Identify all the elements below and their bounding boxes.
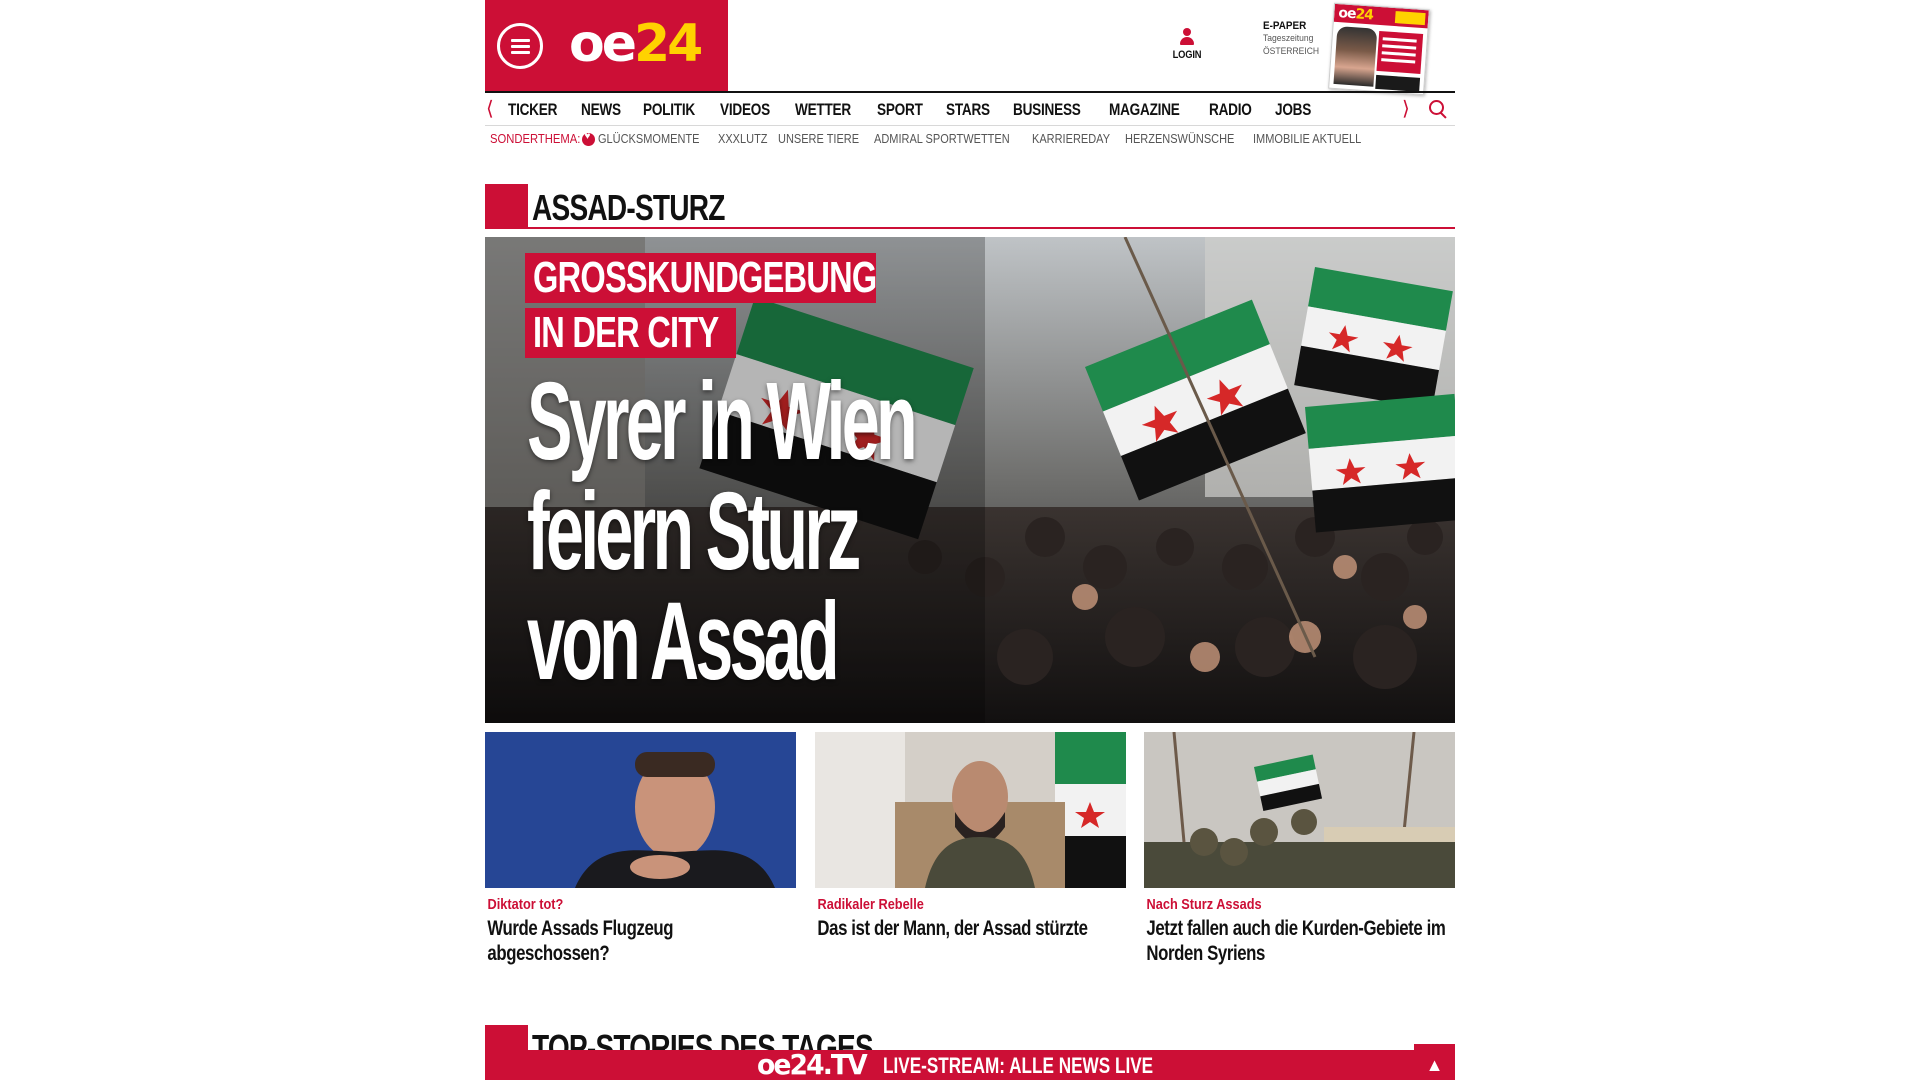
nav-item-politik[interactable]: POLITIK — [643, 100, 695, 120]
hero-headline-line1: Syrer in Wien — [527, 360, 918, 483]
live-stream-bar[interactable]: oe24.TV LIVE-STREAM: ALLE NEWS LIVE ▲ — [485, 1044, 1455, 1080]
section-rule — [528, 227, 1455, 229]
teaser-kicker: Radikaler Rebelle — [817, 896, 924, 913]
teaser-card[interactable]: Radikaler Rebelle Das ist der Mann, der … — [815, 732, 1126, 941]
subnav-item[interactable]: IMMOBILIE AKTUELL — [1253, 132, 1361, 146]
hero-article[interactable]: GROSSKUNDGEBUNG IN DER CITY Syrer in Wie… — [485, 237, 1455, 723]
nav-item-magazine[interactable]: MAGAZINE — [1109, 100, 1180, 120]
subnav-item[interactable]: GLÜCKSMOMENTE — [598, 132, 699, 146]
person-icon — [1180, 28, 1194, 46]
teaser-headline[interactable]: Jetzt fallen auch die Kurden-Gebiete im … — [1144, 916, 1448, 966]
teaser-kicker: Nach Sturz Assads — [1146, 896, 1262, 913]
search-icon[interactable] — [1429, 100, 1449, 120]
login-button[interactable]: LOGIN — [1167, 28, 1207, 61]
subnav-lead: SONDERTHEMA: — [490, 132, 581, 146]
subnav-item[interactable]: ADMIRAL SPORTWETTEN — [874, 132, 1010, 146]
section-title[interactable]: ASSAD-STURZ — [532, 188, 725, 228]
nav-item-radio[interactable]: RADIO — [1209, 100, 1252, 120]
nav-item-videos[interactable]: VIDEOS — [720, 100, 770, 120]
page: oe24 LOGIN E-PAPER Tageszeitung ÖSTERREI… — [485, 0, 1455, 1080]
heart-icon — [582, 131, 596, 146]
header: oe24 LOGIN E-PAPER Tageszeitung ÖSTERREI… — [485, 0, 1455, 96]
subnav-item[interactable]: HERZENSWÜNSCHE — [1125, 132, 1234, 146]
login-label: LOGIN — [1172, 49, 1202, 61]
epaper-link[interactable]: E-PAPER Tageszeitung ÖSTERREICH — [1263, 20, 1325, 58]
nav-item-stars[interactable]: STARS — [946, 100, 990, 120]
teaser-row: Diktator tot? Wurde Assads Flugzeug abge… — [485, 732, 1455, 972]
live-stream-text: LIVE-STREAM: ALLE NEWS LIVE — [883, 1053, 1154, 1078]
chevron-left-icon[interactable]: ⟨ — [486, 99, 494, 119]
teaser-card[interactable]: Diktator tot? Wurde Assads Flugzeug abge… — [485, 732, 796, 966]
teaser-image — [485, 732, 796, 888]
teaser-image — [1144, 732, 1455, 888]
nav-item-sport[interactable]: SPORT — [877, 100, 923, 120]
chevron-right-icon[interactable]: ⟩ — [1402, 99, 1410, 119]
hero-kicker-line1: GROSSKUNDGEBUNG — [533, 253, 876, 302]
hero-kicker: GROSSKUNDGEBUNG IN DER CITY — [525, 253, 876, 363]
hero-headline-line2: feiern Sturz — [527, 470, 861, 593]
teaser-kicker: Diktator tot? — [487, 896, 564, 913]
teaser-headline[interactable]: Wurde Assads Flugzeug abgeschossen? — [485, 916, 789, 966]
logo-block: oe24 — [485, 0, 728, 91]
hero-headline-line3: von Assad — [527, 580, 840, 703]
arrow-up-icon[interactable]: ▲ — [1414, 1044, 1455, 1080]
hero-kicker-line2: IN DER CITY — [533, 308, 719, 357]
hero-headline[interactable]: Syrer in Wien feiern Sturz von Assad — [527, 360, 918, 703]
teaser-headline[interactable]: Das ist der Mann, der Assad stürzte — [815, 916, 1119, 941]
nav-item-wetter[interactable]: WETTER — [795, 100, 851, 120]
teaser-image — [815, 732, 1126, 888]
tv-logo: oe24.TV — [757, 1048, 868, 1080]
site-logo[interactable]: oe24 — [569, 12, 703, 76]
section-marker — [485, 184, 528, 229]
menu-icon[interactable] — [497, 23, 543, 69]
sub-nav: SONDERTHEMA: GLÜCKSMOMENTE XXXLUTZ UNSERE … — [490, 128, 1388, 150]
subnav-item[interactable]: KARRIEREDAY — [1032, 132, 1110, 146]
nav-item-jobs[interactable]: JOBS — [1275, 100, 1311, 120]
nav-item-ticker[interactable]: TICKER — [508, 100, 557, 120]
epaper-cover-image[interactable]: oe24 — [1328, 2, 1430, 96]
nav-item-news[interactable]: NEWS — [581, 100, 621, 120]
section-header: ASSAD-STURZ — [485, 184, 1455, 230]
epaper-title: E-PAPER — [1263, 20, 1307, 32]
subnav-item[interactable]: XXXLUTZ — [718, 132, 768, 146]
teaser-card[interactable]: Nach Sturz Assads Jetzt fallen auch die … — [1144, 732, 1455, 966]
subnav-item[interactable]: UNSERE TIERE — [778, 132, 859, 146]
epaper-country: ÖSTERREICH — [1263, 46, 1320, 57]
main-nav: ⟨ TICKER NEWS POLITIK VIDEOS WETTER SPORT STAR… — [485, 91, 1455, 126]
epaper-subtitle: Tageszeitung — [1263, 33, 1314, 44]
nav-items: TICKER NEWS POLITIK VIDEOS WETTER SPORT STARS B… — [508, 93, 1346, 126]
nav-item-business[interactable]: BUSINESS — [1013, 100, 1081, 120]
